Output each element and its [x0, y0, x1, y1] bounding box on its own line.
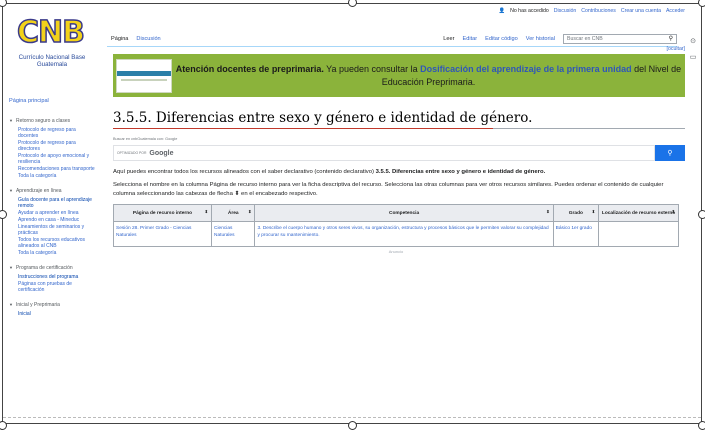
tab-edit-source[interactable]: Editar código	[481, 36, 522, 42]
sidebar-item[interactable]: Aprendo en casa - Mineduc	[6, 217, 96, 223]
title-underline	[113, 128, 493, 129]
tab-page[interactable]: Página	[107, 36, 132, 42]
sidebar-item[interactable]: Toda la categoría	[6, 250, 96, 256]
col-header-competence[interactable]: Competencia ⬍	[254, 204, 554, 222]
intro-paragraph: Aquí puedes encontrar todos los recursos…	[113, 169, 546, 175]
resize-handle[interactable]	[0, 421, 7, 430]
browser-frame: 👤 No has accedido Discusión Contribucion…	[2, 3, 702, 424]
resize-handle[interactable]	[698, 421, 705, 430]
sidebar-section-certificacion: ▼ Programa de certificación Instrucciones…	[6, 265, 96, 293]
sidebar-item[interactable]: Recomendaciones para transporte	[6, 166, 96, 172]
cell-external	[598, 221, 679, 247]
banner-body-text: Ya pueden consultar la	[323, 63, 421, 74]
sidebar-item[interactable]: Protocolo de regreso para docentes	[6, 127, 96, 139]
cell-grade[interactable]: Básico 1er grado	[552, 221, 600, 247]
contributions-link[interactable]: Contribuciones	[581, 8, 616, 14]
table-footer-ad: Anuncio	[388, 249, 404, 254]
cnb-logo[interactable]: CNB	[16, 14, 87, 51]
sidebar-item[interactable]: Protocolo de apoyo emocional y resilienc…	[6, 153, 96, 165]
sidebar-section-header[interactable]: ▼ Inicial y Preprimaria	[6, 302, 96, 308]
login-link[interactable]: Acceder	[666, 8, 685, 14]
sidebar-section-header[interactable]: ▼ Aprendizaje en línea	[6, 188, 96, 194]
sidebar-main-page-link[interactable]: Página principal	[9, 98, 96, 104]
cell-page[interactable]: Sesión 28. Primer Grado - Ciencias Natur…	[112, 221, 213, 247]
sidebar-item[interactable]: Lineamientos de seminarios y prácticas	[6, 224, 96, 236]
collapse-triangle-icon: ▼	[9, 118, 13, 123]
sidebar-section-inicial: ▼ Inicial y Preprimaria Inicial	[6, 302, 96, 317]
bottom-edge	[3, 417, 701, 420]
sidebar-item[interactable]: Todos los recursos educativos alineados …	[6, 237, 96, 249]
tab-edit[interactable]: Editar	[458, 36, 481, 42]
hide-banner-link[interactable]: [ocultar]	[113, 46, 685, 52]
sort-arrow-icon[interactable]: ⬍	[205, 209, 208, 214]
cse-powered-text: OPTIMIZADO POR	[117, 151, 147, 155]
user-icon: 👤	[498, 8, 506, 14]
resize-handle[interactable]	[698, 0, 705, 7]
col-header-area[interactable]: Área ⬍	[211, 204, 256, 222]
google-logo: Google	[149, 149, 174, 157]
cell-competence[interactable]: 3. Describe el cuerpo humano y otros ser…	[254, 221, 554, 247]
sidebar-section-retorno: ▼ Retorno seguro a clases Protocolo de re…	[6, 118, 96, 179]
sort-arrow-icon[interactable]: ⬍	[592, 209, 595, 214]
logo-subtitle: Currículo Nacional Base Guatemala	[18, 54, 86, 68]
page-title: 3.5.5. Diferencias entre sexo y género e…	[113, 110, 685, 129]
announcement-banner: Atención docentes de preprimaria. Ya pue…	[113, 54, 685, 97]
sidebar-section-aprendizaje: ▼ Aprendizaje en línea Guía docente para …	[6, 188, 96, 256]
col-header-grade[interactable]: Grado ⬍	[552, 204, 600, 222]
cell-area[interactable]: Ciencias Naturales	[211, 221, 256, 247]
collapse-triangle-icon: ▼	[9, 302, 13, 307]
resize-handle[interactable]	[698, 210, 705, 219]
sidebar: Página principal ▼ Retorno seguro a clase…	[6, 98, 96, 326]
resize-handle[interactable]	[348, 421, 357, 430]
sidebar-item[interactable]: Toda la categoría	[6, 173, 96, 179]
google-custom-search: OPTIMIZADO POR Google ⚲	[113, 145, 685, 161]
tab-discussion[interactable]: Discusión	[132, 36, 164, 42]
cse-search-input[interactable]: OPTIMIZADO POR Google	[113, 145, 655, 161]
sidebar-section-header[interactable]: ▼ Retorno seguro a clases	[6, 118, 96, 124]
search-icon[interactable]: ⚲	[669, 35, 673, 42]
banner-bold-text: Atención docentes de preprimaria.	[175, 63, 324, 74]
banner-text: Atención docentes de preprimaria. Ya pue…	[172, 63, 685, 89]
cse-search-button[interactable]: ⚲	[655, 145, 685, 161]
collapse-triangle-icon: ▼	[9, 265, 13, 270]
intro-bold: 3.5.5. Diferencias entre sexo y género e…	[375, 169, 546, 175]
sidebar-item[interactable]: Protocolo de regreso para directores	[6, 140, 96, 152]
cse-label: Buscar en cnbGuatemala con: Google	[113, 137, 178, 141]
collapse-triangle-icon: ▼	[9, 188, 13, 193]
sort-arrow-icon[interactable]: ⬍	[672, 209, 675, 214]
right-toolbar: ⊙ ▭	[688, 34, 698, 66]
sidebar-item[interactable]: Ayudar a aprender en línea	[6, 210, 96, 216]
sidebar-item[interactable]: Guía docente para el aprendizaje remoto	[6, 197, 96, 209]
tab-read[interactable]: Leer	[439, 36, 458, 42]
search-icon: ⚲	[667, 150, 673, 157]
main-content: [ocultar] Atención docentes de preprimar…	[112, 46, 685, 256]
banner-image	[116, 58, 172, 93]
col-header-page[interactable]: Página de recurso interno ⬍	[112, 204, 213, 222]
feedback-icon[interactable]: ▭	[688, 50, 698, 66]
instructions-paragraph: Selecciona el nombre en la columna Págin…	[113, 182, 664, 197]
sidebar-item[interactable]: Inicial	[6, 311, 96, 317]
search-input[interactable]: Buscar en CNB ⚲	[563, 34, 677, 44]
tab-history[interactable]: Ver historial	[522, 36, 559, 42]
sidebar-item[interactable]: Instrucciones del programa	[6, 274, 96, 280]
sort-arrow-icon[interactable]: ⬍	[248, 209, 251, 214]
discussion-link[interactable]: Discusión	[554, 8, 577, 14]
page-settings-icon[interactable]: ⊙	[688, 34, 698, 50]
create-account-link[interactable]: Crear una cuenta	[621, 8, 661, 14]
col-header-external[interactable]: Localización de recurso externo ⬍	[598, 204, 679, 222]
table-row: Sesión 28. Primer Grado - Ciencias Natur…	[112, 221, 679, 247]
sidebar-item[interactable]: Páginas con pruebas de certificación	[6, 281, 96, 293]
banner-link[interactable]: Dosificación del aprendizaje de la prime…	[420, 64, 632, 74]
resources-table: Página de recurso interno ⬍ Área ⬍ Compete…	[112, 204, 679, 256]
page-tabs: Página Discusión Leer Editar Editar códi…	[107, 32, 677, 47]
sidebar-section-header[interactable]: ▼ Programa de certificación	[6, 265, 96, 271]
not-logged-text: No has accedido	[510, 8, 549, 14]
sort-arrow-icon[interactable]: ⬍	[546, 209, 549, 214]
